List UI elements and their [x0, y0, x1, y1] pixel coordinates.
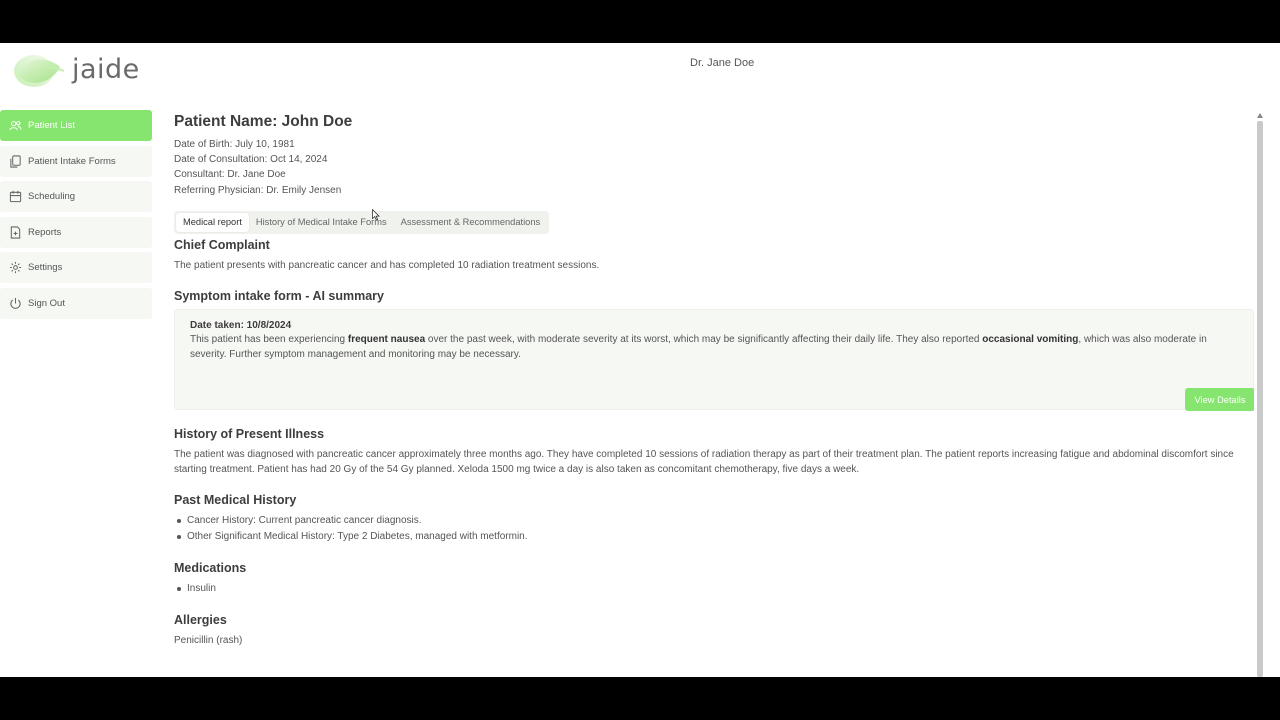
tab-medical-report[interactable]: Medical report [176, 212, 249, 232]
list-item: Other Significant Medical History: Type … [174, 529, 1254, 544]
referring-physician: Referring Physician: Dr. Emily Jensen [174, 184, 342, 196]
patient-report-panel: Patient Name: John Doe Date of Birth: Ju… [174, 111, 1254, 677]
summary-date-taken: Date taken: 10/8/2024 [190, 320, 292, 332]
users-icon [8, 119, 22, 133]
hpi-title: History of Present Illness [174, 427, 325, 442]
sidebar-item-label: Settings [28, 262, 63, 273]
list-item: Insulin [174, 581, 1254, 596]
patient-details: Date of Birth: July 10, 1981 Date of Con… [174, 137, 1254, 198]
sidebar-item-label: Patient List [28, 120, 75, 131]
medications-title: Medications [174, 560, 247, 575]
mouse-cursor-icon [372, 209, 380, 221]
ai-summary-card: Date taken: 10/8/2024 This patient has b… [174, 309, 1254, 412]
current-user-name[interactable]: Dr. Jane Doe [690, 57, 754, 69]
app-window: jaide Dr. Jane Doe Patient List Patient … [0, 43, 1280, 677]
logo-text: jaide [72, 53, 140, 85]
sidebar-item-settings[interactable]: Settings [0, 252, 152, 283]
sidebar: Patient List Patient Intake Forms Schedu… [0, 110, 152, 323]
letterbox-bottom [0, 677, 1280, 720]
report-tabs: Medical report History of Medical Intake… [174, 210, 550, 234]
sidebar-item-scheduling[interactable]: Scheduling [0, 181, 152, 212]
power-icon [8, 296, 22, 310]
pmh-list: Cancer History: Current pancreatic cance… [174, 513, 1254, 543]
medications-list: Insulin [174, 581, 1254, 596]
tab-assessment-recommendations[interactable]: Assessment & Recommendations [394, 213, 548, 232]
scroll-thumb[interactable] [1257, 121, 1263, 677]
sidebar-item-patient-intake-forms[interactable]: Patient Intake Forms [0, 145, 152, 177]
summary-text: This patient has been experiencing frequ… [190, 334, 1207, 361]
gear-icon [8, 261, 22, 275]
scrollbar[interactable] [1256, 111, 1264, 677]
consultation-date: Date of Consultation: Oct 14, 2024 [174, 154, 328, 166]
report-plus-icon [8, 225, 22, 239]
header: jaide Dr. Jane Doe [0, 43, 1280, 95]
view-details-button[interactable]: View Details [1185, 388, 1254, 412]
consultant: Consultant: Dr. Jane Doe [174, 169, 286, 181]
scroll-up-arrow-icon[interactable] [1257, 113, 1263, 118]
letterbox-top [0, 0, 1280, 43]
patient-name: Patient Name: John Doe [174, 113, 353, 130]
sidebar-item-label: Scheduling [28, 191, 76, 202]
logo-leaf-icon [14, 55, 65, 87]
date-of-birth: Date of Birth: July 10, 1981 [174, 139, 295, 150]
ai-summary-title: Symptom intake form - AI summary [174, 289, 385, 304]
sidebar-item-label: Sign Out [28, 297, 65, 309]
pmh-title: Past Medical History [174, 493, 297, 508]
sidebar-item-sign-out[interactable]: Sign Out [0, 287, 152, 319]
hpi-text: The patient was diagnosed with pancreati… [174, 449, 1234, 476]
allergies-text: Penicillin (rash) [174, 635, 243, 647]
logo[interactable]: jaide [12, 49, 140, 89]
chief-complaint-text: The patient presents with pancreatic can… [174, 259, 600, 271]
highlight-occasional-vomiting: occasional vomiting [982, 334, 1079, 346]
sidebar-item-label: Reports [28, 226, 62, 238]
sidebar-item-reports[interactable]: Reports [0, 216, 152, 248]
chief-complaint-title: Chief Complaint [174, 237, 270, 252]
list-item: Cancer History: Current pancreatic cance… [174, 513, 1254, 528]
sidebar-item-label: Patient Intake Forms [28, 155, 116, 167]
calendar-icon [8, 190, 22, 204]
allergies-title: Allergies [174, 613, 227, 628]
sidebar-item-patient-list[interactable]: Patient List [0, 110, 152, 141]
highlight-frequent-nausea: frequent nausea [347, 334, 426, 346]
documents-icon [8, 154, 22, 168]
